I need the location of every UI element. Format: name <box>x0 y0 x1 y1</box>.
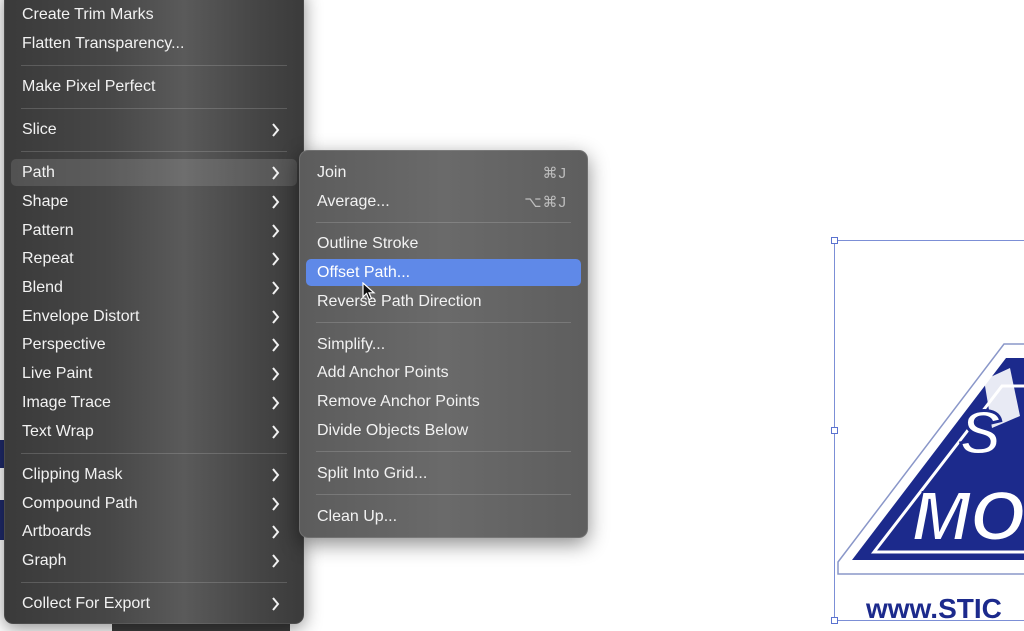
menu-separator <box>21 453 287 454</box>
menu-item-label: Offset Path... <box>317 263 411 281</box>
menu-item-label: Join <box>317 163 347 181</box>
menu-item-text-wrap[interactable]: Text Wrap <box>11 418 297 445</box>
menu-item-repeat[interactable]: Repeat <box>11 245 297 272</box>
submenu-item-split-into-grid[interactable]: Split Into Grid... <box>306 460 581 487</box>
menu-item-label: Live Paint <box>22 364 93 382</box>
submenu-item-simplify[interactable]: Simplify... <box>306 331 581 358</box>
chevron-right-icon <box>267 280 283 296</box>
menu-item-envelope-distort[interactable]: Envelope Distort <box>11 303 297 330</box>
keyboard-shortcut: ⌘J <box>542 164 567 182</box>
menu-separator <box>21 108 287 109</box>
submenu-item-add-anchor-points[interactable]: Add Anchor Points <box>306 359 581 386</box>
menu-item-label: Graph <box>22 551 67 569</box>
menu-item-collect-for-export[interactable]: Collect For Export <box>11 590 297 617</box>
menu-item-label: Repeat <box>22 249 74 267</box>
menu-separator <box>316 222 571 223</box>
chevron-right-icon <box>267 496 283 512</box>
menu-separator <box>21 65 287 66</box>
menu-item-live-paint[interactable]: Live Paint <box>11 360 297 387</box>
arrow-cursor-icon <box>362 282 376 301</box>
chevron-right-icon <box>267 165 283 181</box>
menu-item-clipping-mask[interactable]: Clipping Mask <box>11 461 297 488</box>
menu-separator <box>316 451 571 452</box>
menu-item-label: Artboards <box>22 522 92 540</box>
menu-item-create-trim-marks[interactable]: Create Trim Marks <box>11 1 297 28</box>
menu-item-perspective[interactable]: Perspective <box>11 331 297 358</box>
menu-item-label: Make Pixel Perfect <box>22 77 156 95</box>
chevron-right-icon <box>267 251 283 267</box>
submenu-item-divide-objects-below[interactable]: Divide Objects Below <box>306 417 581 444</box>
menu-separator <box>316 494 571 495</box>
menu-item-label: Slice <box>22 120 57 138</box>
chevron-right-icon <box>267 524 283 540</box>
menu-separator <box>21 582 287 583</box>
submenu-item-reverse-path-direction[interactable]: Reverse Path Direction <box>306 288 581 315</box>
menu-item-label: Add Anchor Points <box>317 363 449 381</box>
chevron-right-icon <box>267 553 283 569</box>
chevron-right-icon <box>267 194 283 210</box>
menu-item-image-trace[interactable]: Image Trace <box>11 389 297 416</box>
menu-item-label: Simplify... <box>317 335 386 353</box>
menu-item-slice[interactable]: Slice <box>11 116 297 143</box>
menu-item-label: Image Trace <box>22 393 111 411</box>
menu-item-label: Clean Up... <box>317 507 398 525</box>
sticker-artwork[interactable]: S MO www.STIC <box>831 237 1024 631</box>
menu-item-label: Clipping Mask <box>22 465 123 483</box>
menu-item-shape[interactable]: Shape <box>11 188 297 215</box>
menu-item-label: Remove Anchor Points <box>317 392 480 410</box>
menu-item-label: Reverse Path Direction <box>317 292 482 310</box>
menu-item-label: Path <box>22 163 55 181</box>
menu-item-path[interactable]: Path <box>11 159 297 186</box>
menu-item-label: Compound Path <box>22 494 138 512</box>
menu-item-blend[interactable]: Blend <box>11 274 297 301</box>
chevron-right-icon <box>267 467 283 483</box>
chevron-right-icon <box>267 395 283 411</box>
menu-item-label: Perspective <box>22 335 106 353</box>
menu-item-label: Text Wrap <box>22 422 94 440</box>
artwork-url: www.STIC <box>865 593 1002 624</box>
chevron-right-icon <box>267 223 283 239</box>
artwork-text-main: MO <box>912 477 1024 555</box>
menu-item-label: Shape <box>22 192 69 210</box>
menu-item-label: Divide Objects Below <box>317 421 469 439</box>
submenu-item-average[interactable]: Average... ⌥⌘J <box>306 188 581 215</box>
object-menu: Create Trim Marks Flatten Transparency..… <box>4 0 304 624</box>
submenu-item-outline-stroke[interactable]: Outline Stroke <box>306 230 581 257</box>
chevron-right-icon <box>267 122 283 138</box>
menu-item-label: Average... <box>317 192 390 210</box>
menu-item-label: Envelope Distort <box>22 307 140 325</box>
menu-item-label: Pattern <box>22 221 74 239</box>
menu-item-pattern[interactable]: Pattern <box>11 217 297 244</box>
menu-item-label: Split Into Grid... <box>317 464 428 482</box>
menu-item-make-pixel-perfect[interactable]: Make Pixel Perfect <box>11 73 297 100</box>
keyboard-shortcut: ⌥⌘J <box>524 193 567 211</box>
menu-item-graph[interactable]: Graph <box>11 547 297 574</box>
submenu-item-offset-path[interactable]: Offset Path... <box>306 259 581 286</box>
artwork-text-top: S <box>960 399 1001 468</box>
sticker-graphic: S MO www.STIC <box>837 343 1024 624</box>
chevron-right-icon <box>267 337 283 353</box>
menu-separator <box>21 151 287 152</box>
menu-item-flatten-transparency[interactable]: Flatten Transparency... <box>11 30 297 57</box>
menu-item-artboards[interactable]: Artboards <box>11 518 297 545</box>
menu-separator <box>316 322 571 323</box>
menu-item-label: Blend <box>22 278 63 296</box>
submenu-item-join[interactable]: Join ⌘J <box>306 159 581 186</box>
menu-item-compound-path[interactable]: Compound Path <box>11 490 297 517</box>
menu-item-label: Collect For Export <box>22 594 151 612</box>
menu-item-label: Outline Stroke <box>317 234 419 252</box>
submenu-item-clean-up[interactable]: Clean Up... <box>306 503 581 530</box>
submenu-item-remove-anchor-points[interactable]: Remove Anchor Points <box>306 388 581 415</box>
menu-item-label: Flatten Transparency... <box>22 34 185 52</box>
chevron-right-icon <box>267 424 283 440</box>
chevron-right-icon <box>267 309 283 325</box>
chevron-right-icon <box>267 596 283 612</box>
path-submenu: Join ⌘J Average... ⌥⌘J Outline Stroke Of… <box>299 150 588 538</box>
chevron-right-icon <box>267 366 283 382</box>
menu-item-label: Create Trim Marks <box>22 5 154 23</box>
